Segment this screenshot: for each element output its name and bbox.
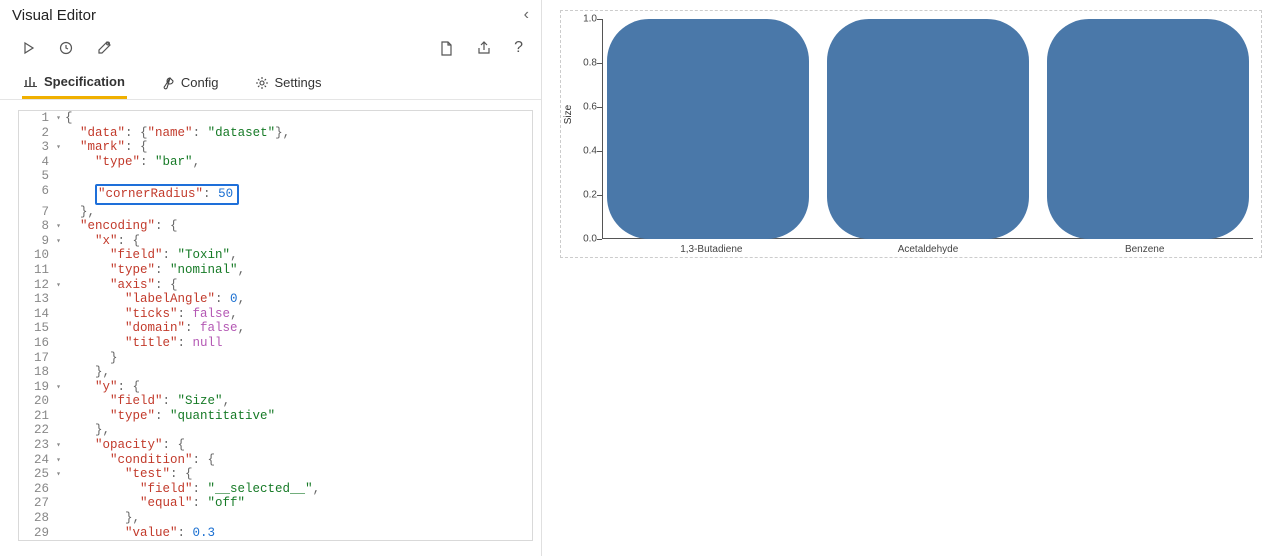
collapse-pane-icon[interactable]: ‹ [524, 6, 529, 24]
code-line[interactable]: 7 }, [19, 205, 532, 220]
tab-config[interactable]: Config [159, 66, 221, 99]
code-line[interactable]: 19▾ "y": { [19, 380, 532, 395]
code-line[interactable]: 16 "title": null [19, 336, 532, 351]
pane-header: Visual Editor ‹ [0, 0, 541, 28]
y-tick-label: 0.6 [583, 102, 597, 113]
code-line[interactable]: 20 "field": "Size", [19, 394, 532, 409]
y-tick-label: 0.0 [583, 234, 597, 245]
code-line[interactable]: 17 } [19, 351, 532, 366]
code-line[interactable]: 6 "cornerRadius": 50 [19, 184, 532, 205]
code-line[interactable]: 24▾ "condition": { [19, 453, 532, 468]
preview-pane: Size 0.00.20.40.60.81.0 1,3-ButadieneAce… [542, 0, 1270, 556]
bar[interactable] [607, 19, 809, 239]
code-line[interactable]: 12▾ "axis": { [19, 278, 532, 293]
y-tick-label: 0.2 [583, 190, 597, 201]
x-tick-label: Benzene [1036, 244, 1253, 255]
chart-icon [24, 74, 38, 88]
export-icon[interactable] [476, 40, 492, 56]
code-line[interactable]: 1▾{ [19, 111, 532, 126]
bar[interactable] [1047, 19, 1249, 239]
code-line[interactable]: 2 "data": {"name": "dataset"}, [19, 126, 532, 141]
y-tick-label: 0.8 [583, 58, 597, 69]
help-icon[interactable]: ? [514, 39, 523, 57]
code-line[interactable]: 8▾ "encoding": { [19, 219, 532, 234]
chart-bars [603, 19, 1253, 239]
bar[interactable] [827, 19, 1029, 239]
highlighted-code: "cornerRadius": 50 [95, 184, 239, 205]
refresh-parse-icon[interactable] [58, 40, 74, 56]
pane-title: Visual Editor [12, 7, 96, 24]
y-axis: 0.00.20.40.60.81.0 [561, 19, 599, 239]
code-line[interactable]: 23▾ "opacity": { [19, 438, 532, 453]
y-tick-label: 0.4 [583, 146, 597, 157]
tab-label: Settings [275, 75, 322, 90]
code-line[interactable]: 26 "field": "__selected__", [19, 482, 532, 497]
tab-specification[interactable]: Specification [22, 66, 127, 99]
tab-label: Config [181, 75, 219, 90]
fix-icon[interactable] [96, 40, 112, 56]
x-axis-labels: 1,3-ButadieneAcetaldehydeBenzene [603, 244, 1253, 255]
code-line[interactable]: 5 [19, 169, 532, 184]
x-tick-label: Acetaldehyde [820, 244, 1037, 255]
editor-tabs: Specification Config Settings [0, 66, 541, 100]
code-line[interactable]: 28 }, [19, 511, 532, 526]
editor-pane: Visual Editor ‹ ? [0, 0, 542, 556]
code-line[interactable]: 21 "type": "quantitative" [19, 409, 532, 424]
new-file-icon[interactable] [439, 41, 454, 56]
chart: Size 0.00.20.40.60.81.0 1,3-ButadieneAce… [560, 10, 1262, 258]
code-line[interactable]: 25▾ "test": { [19, 467, 532, 482]
code-editor[interactable]: 1▾{2 "data": {"name": "dataset"},3▾ "mar… [0, 100, 541, 556]
tab-settings[interactable]: Settings [253, 66, 324, 99]
code-line[interactable]: 27 "equal": "off" [19, 496, 532, 511]
run-icon[interactable] [22, 41, 36, 55]
wrench-icon [161, 76, 175, 90]
code-line[interactable]: 9▾ "x": { [19, 234, 532, 249]
gear-icon [255, 76, 269, 90]
y-tick-label: 1.0 [583, 14, 597, 25]
code-line[interactable]: 13 "labelAngle": 0, [19, 292, 532, 307]
code-line[interactable]: 10 "field": "Toxin", [19, 248, 532, 263]
code-line[interactable]: 15 "domain": false, [19, 321, 532, 336]
code-line[interactable]: 4 "type": "bar", [19, 155, 532, 170]
code-line[interactable]: 3▾ "mark": { [19, 140, 532, 155]
code-line[interactable]: 29 "value": 0.3 [19, 526, 532, 541]
toolbar: ? [0, 28, 541, 66]
code-line[interactable]: 22 }, [19, 423, 532, 438]
code-line[interactable]: 18 }, [19, 365, 532, 380]
code-line[interactable]: 14 "ticks": false, [19, 307, 532, 322]
tab-label: Specification [44, 74, 125, 89]
code-line[interactable]: 11 "type": "nominal", [19, 263, 532, 278]
x-tick-label: 1,3-Butadiene [603, 244, 820, 255]
